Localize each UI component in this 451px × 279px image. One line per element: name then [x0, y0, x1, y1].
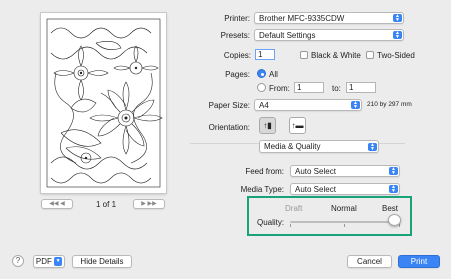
copies-input[interactable]: 1	[255, 49, 275, 60]
landscape-orientation-icon[interactable]: ↑▬	[289, 117, 306, 134]
pages-from-input[interactable]: 1	[294, 82, 324, 93]
chevron-updown-icon: ▲ ▼	[393, 31, 402, 40]
printer-label: Printer:	[224, 14, 250, 23]
chevron-updown-icon: ▲ ▼	[351, 101, 360, 110]
pages-to-input[interactable]: 1	[346, 82, 376, 93]
quality-label: Quality:	[257, 218, 285, 227]
presets-value: Default Settings	[259, 31, 316, 40]
quality-tick	[399, 224, 400, 227]
media-type-label: Media Type:	[240, 185, 284, 194]
media-type-select[interactable]: Auto Select ▲ ▼	[290, 183, 400, 195]
section-value: Media & Quality	[264, 142, 321, 151]
orientation-label: Orientation:	[208, 123, 250, 132]
mandala-artwork	[46, 18, 163, 188]
paper-dimensions: 210 by 297 mm	[367, 101, 412, 108]
preview-prev-buttons[interactable]: ◀◀ ◀	[41, 199, 73, 209]
pages-from-label: From:	[269, 84, 290, 93]
printer-value: Brother MFC-9335CDW	[259, 14, 345, 23]
pages-all-radio[interactable]	[257, 69, 266, 78]
quality-draft-label: Draft	[285, 204, 303, 213]
chevron-updown-icon: ▲ ▼	[393, 14, 402, 23]
chevron-updown-icon: ▲ ▼	[389, 185, 398, 194]
pages-label: Pages:	[225, 70, 250, 79]
presets-label: Presets:	[220, 31, 250, 40]
quality-tick	[344, 224, 345, 227]
feed-from-select[interactable]: Auto Select ▲ ▼	[290, 165, 400, 177]
quality-normal-label: Normal	[331, 204, 357, 213]
hide-details-button[interactable]: Hide Details	[72, 255, 132, 268]
two-sided-label: Two-Sided	[377, 51, 415, 60]
portrait-orientation-icon[interactable]: ↑▮	[259, 117, 276, 134]
cancel-button[interactable]: Cancel	[347, 255, 392, 268]
pages-range-radio[interactable]	[257, 83, 266, 92]
print-preview	[41, 13, 166, 193]
pages-all-label: All	[269, 70, 278, 79]
help-icon[interactable]: ?	[12, 255, 24, 267]
quality-best-label: Best	[382, 204, 399, 213]
black-white-checkbox[interactable]	[300, 51, 308, 59]
paper-size-label: Paper Size:	[208, 101, 250, 110]
section-select[interactable]: Media & Quality ▲ ▼	[259, 140, 379, 153]
preview-next-buttons[interactable]: ▶ ▶▶	[133, 199, 165, 209]
page-indicator: 1 of 1	[96, 200, 117, 209]
paper-size-value: A4	[259, 101, 269, 110]
pdf-button[interactable]: PDF ▼	[33, 255, 65, 268]
chevron-updown-icon: ▲ ▼	[389, 167, 398, 176]
black-white-label: Black & White	[311, 51, 361, 60]
presets-select[interactable]: Default Settings ▲ ▼	[254, 29, 404, 41]
two-sided-checkbox[interactable]	[366, 51, 374, 59]
quality-slider-knob[interactable]	[388, 214, 401, 226]
feed-from-label: Feed from:	[245, 167, 284, 176]
pdf-label: PDF	[35, 257, 52, 266]
feed-from-value: Auto Select	[295, 167, 336, 176]
media-type-value: Auto Select	[295, 185, 336, 194]
quality-tick	[290, 224, 291, 227]
printer-select[interactable]: Brother MFC-9335CDW ▲ ▼	[254, 12, 404, 24]
quality-slider-track[interactable]	[290, 221, 400, 223]
paper-size-select[interactable]: A4 ▲ ▼	[254, 99, 362, 111]
quality-highlight-box	[247, 196, 412, 236]
print-button[interactable]: Print	[398, 255, 440, 268]
chevron-down-icon: ▼	[54, 257, 63, 267]
copies-label: Copies:	[223, 51, 251, 60]
chevron-updown-icon: ▲ ▼	[368, 143, 377, 152]
pages-to-label: to:	[332, 84, 341, 93]
